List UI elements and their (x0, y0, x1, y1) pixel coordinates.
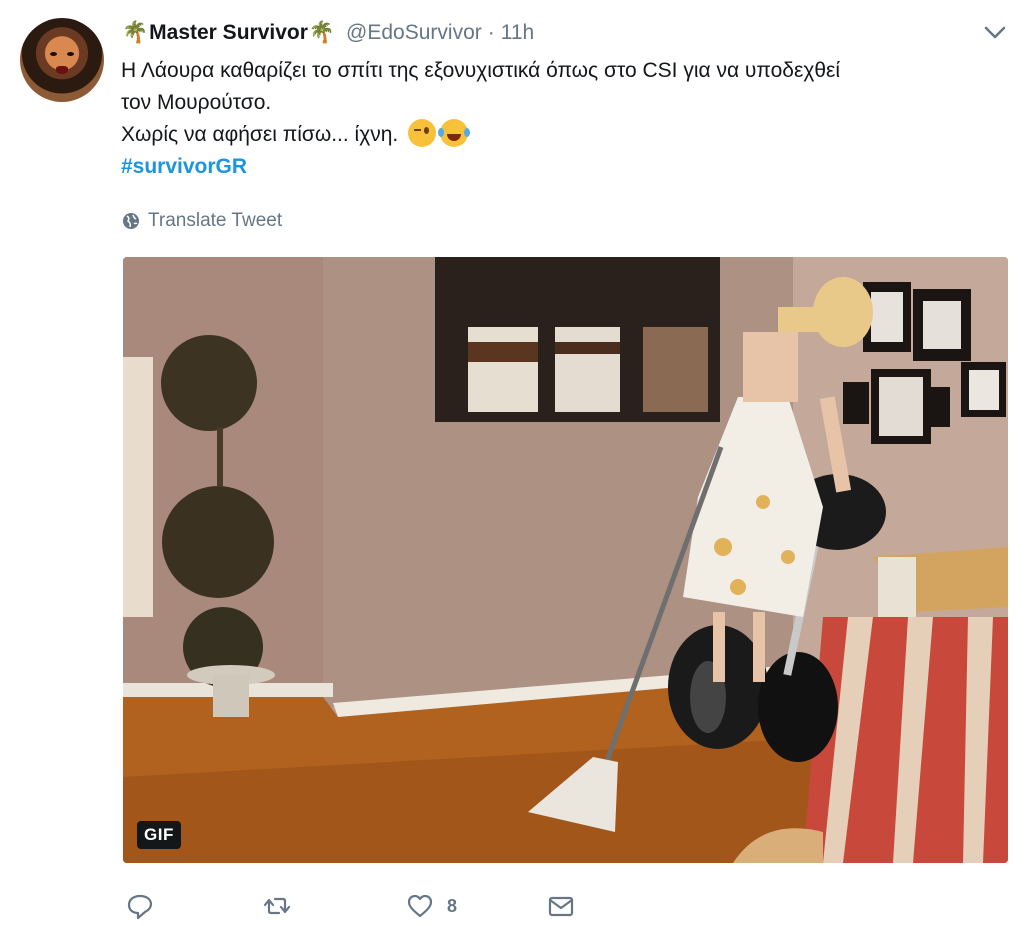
gif-frame-image (123, 257, 1008, 863)
translate-tweet-link[interactable]: Translate Tweet (122, 208, 282, 234)
reply-button[interactable] (125, 886, 167, 926)
tears-of-joy-icon (438, 119, 469, 147)
tweet-text-line: Χωρίς να αφήσει πίσω... ίχνη. (121, 123, 399, 146)
chevron-down-icon[interactable] (982, 22, 1008, 42)
user-handle[interactable]: @EdoSurvivor (346, 21, 482, 45)
like-button[interactable]: 8 (405, 886, 457, 926)
tweet-actions: 8 (123, 886, 623, 926)
envelope-icon (548, 896, 574, 917)
globe-icon (123, 213, 139, 229)
tweet-header: 🌴 Master Survivor 🌴 @EdoSurvivor · 11h (121, 17, 534, 49)
heart-icon (407, 894, 433, 918)
palm-tree-icon: 🌴 (308, 21, 336, 44)
reply-icon (127, 894, 153, 920)
gif-badge: GIF (137, 821, 181, 849)
tweet-text-line: Η Λάουρα καθαρίζει το σπίτι της εξονυχισ… (121, 59, 841, 82)
retweet-button[interactable] (262, 886, 304, 926)
display-name[interactable]: 🌴 Master Survivor 🌴 (121, 21, 336, 45)
winking-face-icon (408, 119, 437, 147)
display-name-text: Master Survivor (149, 21, 308, 44)
like-count: 8 (447, 895, 458, 916)
tweet-text-line-3: Χωρίς να αφήσει πίσω... ίχνη. (121, 119, 1001, 151)
avatar[interactable] (20, 18, 104, 102)
direct-message-button[interactable] (546, 886, 588, 926)
separator-dot: · (487, 21, 495, 44)
tweet-timestamp[interactable]: 11h (501, 21, 534, 45)
gif-media[interactable]: GIF (123, 257, 1008, 863)
avatar-eye (67, 52, 74, 56)
palm-tree-icon: 🌴 (122, 21, 149, 44)
hashtag-link[interactable]: #survivorGR (121, 155, 247, 178)
tweet-text-line: τον Μουρούτσο. (121, 91, 272, 114)
tweet-text: Η Λάουρα καθαρίζει το σπίτι της εξονυχισ… (121, 55, 1001, 183)
avatar-mouth (56, 66, 68, 74)
avatar-eye (50, 52, 57, 56)
translate-label: Translate Tweet (148, 210, 283, 231)
retweet-icon (263, 897, 291, 915)
